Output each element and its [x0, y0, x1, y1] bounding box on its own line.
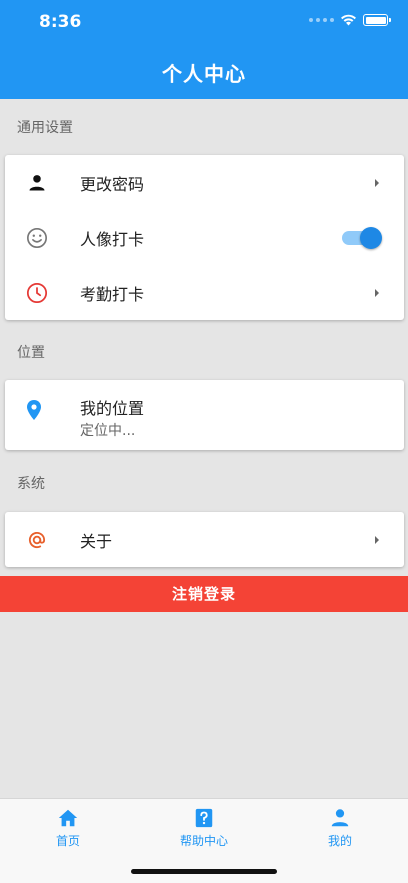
- system-card: 关于: [5, 512, 404, 567]
- section-label-location: 位置: [17, 345, 45, 361]
- status-icons: [309, 14, 391, 26]
- app-header: 8:36 个人中心: [0, 0, 408, 99]
- tab-help-center[interactable]: 帮助中心: [136, 807, 272, 849]
- change-password-item[interactable]: 更改密码: [5, 155, 404, 210]
- home-indicator: [131, 869, 277, 874]
- attendance-checkin-item[interactable]: 考勤打卡: [5, 265, 404, 320]
- home-icon: [58, 809, 78, 827]
- at-sign-icon: [25, 528, 49, 552]
- about-label: 关于: [80, 531, 113, 551]
- clock-icon: [25, 281, 49, 305]
- face-checkin-label: 人像打卡: [80, 229, 145, 249]
- location-card[interactable]: 我的位置 定位中...: [5, 380, 404, 450]
- page-title: 个人中心: [162, 62, 246, 86]
- my-location-status: 定位中...: [80, 423, 136, 439]
- person-icon: [331, 809, 349, 827]
- face-checkin-toggle[interactable]: [342, 226, 382, 249]
- general-settings-card: 更改密码 人像打卡 考勤打卡: [5, 155, 404, 320]
- chevron-right-icon: [375, 535, 379, 544]
- wifi-icon: [341, 14, 356, 26]
- my-location-title: 我的位置: [80, 399, 145, 418]
- change-password-label: 更改密码: [80, 174, 145, 194]
- smiley-icon: [25, 226, 49, 250]
- tab-help-center-label: 帮助中心: [179, 834, 228, 848]
- battery-icon: [363, 14, 391, 26]
- tab-home-label: 首页: [55, 834, 80, 848]
- tab-mine-label: 我的: [327, 834, 352, 848]
- chevron-right-icon: [375, 288, 379, 297]
- chevron-right-icon: [375, 178, 379, 187]
- toggle-knob: [360, 226, 382, 249]
- location-pin-icon: [22, 398, 46, 422]
- help-icon: [195, 808, 213, 828]
- tab-home[interactable]: 首页: [0, 807, 136, 849]
- about-item[interactable]: 关于: [5, 512, 404, 567]
- my-location-item[interactable]: 我的位置 定位中...: [5, 380, 404, 450]
- person-icon: [25, 171, 49, 195]
- status-time: 8:36: [39, 12, 82, 32]
- tab-mine[interactable]: 我的: [272, 807, 408, 849]
- attendance-checkin-label: 考勤打卡: [80, 284, 145, 304]
- section-label-general: 通用设置: [17, 120, 73, 136]
- logout-button[interactable]: 注销登录: [0, 576, 408, 612]
- section-label-system: 系统: [17, 476, 45, 492]
- face-checkin-item: 人像打卡: [5, 210, 404, 265]
- signal-dots-icon: [309, 18, 334, 22]
